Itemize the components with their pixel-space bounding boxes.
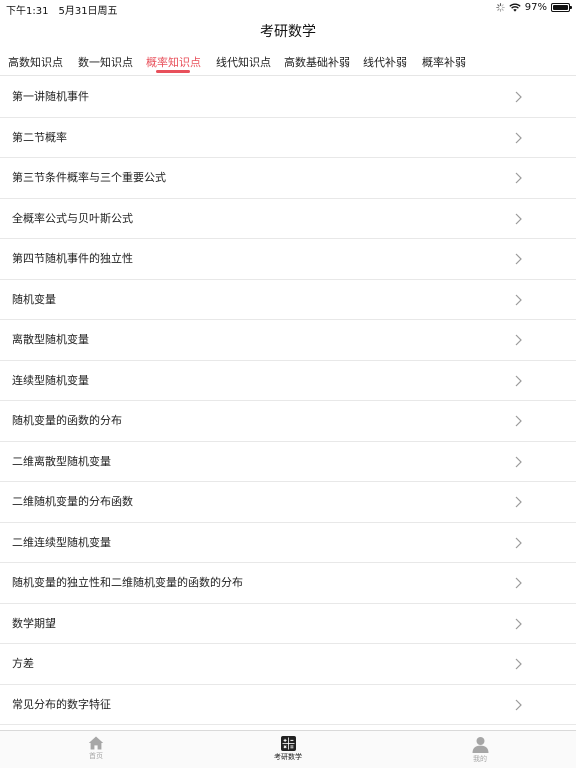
chevron-right-icon: [515, 91, 522, 103]
wifi-icon: [509, 3, 521, 12]
list-item-label: 随机变量的函数的分布: [12, 414, 122, 427]
list-item-label: 二维连续型随机变量: [12, 535, 111, 549]
chevron-right-icon: [515, 132, 522, 143]
list-item-label: 离散型随机变量: [12, 333, 89, 346]
loading-spinner-icon: [495, 3, 505, 12]
tabbar-item-home[interactable]: 首页: [56, 731, 136, 768]
list-item[interactable]: 第二节概率: [0, 118, 576, 158]
status-right: 97%: [495, 2, 572, 13]
list-item[interactable]: 随机变量: [0, 280, 576, 320]
list-item[interactable]: 二维连续型随机变量: [0, 523, 576, 563]
list-item[interactable]: 随机变量的独立性和二维随机变量的函数的分布: [0, 563, 576, 604]
navigation-bar: 考研数学: [0, 16, 576, 48]
tab-probability-remedial[interactable]: 概率补弱: [422, 54, 466, 70]
chevron-right-icon: [515, 334, 522, 346]
list-item-label: 第一讲随机事件: [12, 90, 89, 103]
calculator-icon: [280, 736, 296, 751]
topic-list[interactable]: 第一讲随机事件 第二节概率 第三节条件概率与三个重要公式 全概率公式与贝叶斯公式…: [0, 77, 576, 730]
list-item[interactable]: 全概率公式与贝叶斯公式: [0, 199, 576, 239]
chevron-right-icon: [515, 294, 522, 305]
chevron-right-icon: [515, 658, 522, 670]
chevron-right-icon: [515, 496, 522, 508]
list-item[interactable]: 第一讲随机事件: [0, 77, 576, 118]
list-item[interactable]: 常见分布的数字特征: [0, 685, 576, 725]
person-icon: [472, 737, 488, 753]
tab-math-one-points[interactable]: 数一知识点: [78, 54, 133, 70]
list-item-label: 随机变量的独立性和二维随机变量的函数的分布: [12, 576, 243, 589]
battery-percentage: 97%: [524, 2, 547, 13]
list-item-label: 二维随机变量的分布函数: [12, 495, 133, 508]
list-item-label: 方差: [12, 657, 34, 670]
category-tabs: 高数知识点 数一知识点 概率知识点 线代知识点 高数基础补弱 线代补弱 概率补弱: [0, 48, 576, 76]
tab-linear-algebra-points[interactable]: 线代知识点: [216, 54, 271, 70]
list-item[interactable]: 离散型随机变量: [0, 320, 576, 361]
list-item[interactable]: 方差: [0, 644, 576, 685]
tab-linear-algebra-remedial[interactable]: 线代补弱: [363, 54, 407, 70]
chevron-right-icon: [515, 415, 522, 427]
tabbar-item-kaoyan-math[interactable]: 考研数学: [248, 731, 328, 768]
chevron-right-icon: [515, 577, 522, 589]
list-item[interactable]: 数学期望: [0, 604, 576, 644]
list-item-label: 常见分布的数字特征: [12, 697, 111, 711]
page-title: 考研数学: [260, 24, 316, 40]
status-left: 下午1:31 5月31日周五: [6, 2, 118, 17]
chevron-right-icon: [515, 375, 522, 386]
tabbar-label-profile: 我的: [473, 755, 487, 763]
tab-advanced-math-basics-remedial[interactable]: 高数基础补弱: [284, 54, 350, 70]
chevron-right-icon: [515, 253, 522, 265]
list-item-label: 数学期望: [12, 616, 56, 630]
chevron-right-icon: [515, 537, 522, 548]
status-bar: 下午1:31 5月31日周五 97%: [0, 0, 576, 17]
list-item-label: 第三节条件概率与三个重要公式: [12, 171, 166, 184]
battery-level: [553, 5, 568, 10]
list-item-label: 二维离散型随机变量: [12, 454, 111, 468]
active-tab-indicator: [156, 70, 190, 73]
tab-advanced-math-points[interactable]: 高数知识点: [8, 54, 63, 70]
list-item-label: 第四节随机事件的独立性: [12, 252, 133, 265]
list-item[interactable]: 二维随机变量的分布函数: [0, 482, 576, 523]
list-item-label: 第二节概率: [12, 130, 67, 144]
home-icon: [88, 736, 104, 750]
tabbar-item-profile[interactable]: 我的: [440, 731, 520, 768]
tabbar-label-kaoyan-math: 考研数学: [274, 753, 302, 761]
list-item-label: 全概率公式与贝叶斯公式: [12, 211, 133, 225]
list-item[interactable]: 第四节随机事件的独立性: [0, 239, 576, 280]
list-item[interactable]: 二维离散型随机变量: [0, 442, 576, 482]
tabbar-label-home: 首页: [89, 752, 103, 760]
list-item-label: 连续型随机变量: [12, 373, 89, 387]
chevron-right-icon: [515, 456, 522, 467]
tab-probability-points[interactable]: 概率知识点: [146, 54, 201, 70]
chevron-right-icon: [515, 699, 522, 710]
chevron-right-icon: [515, 213, 522, 224]
list-item[interactable]: 随机变量的函数的分布: [0, 401, 576, 442]
list-item-label: 随机变量: [12, 292, 56, 306]
list-item[interactable]: 连续型随机变量: [0, 361, 576, 401]
battery-icon: [551, 3, 572, 12]
chevron-right-icon: [515, 618, 522, 629]
list-item[interactable]: 第三节条件概率与三个重要公式: [0, 158, 576, 199]
bottom-tab-bar: 首页 考研数学 我的: [0, 730, 576, 768]
chevron-right-icon: [515, 172, 522, 184]
